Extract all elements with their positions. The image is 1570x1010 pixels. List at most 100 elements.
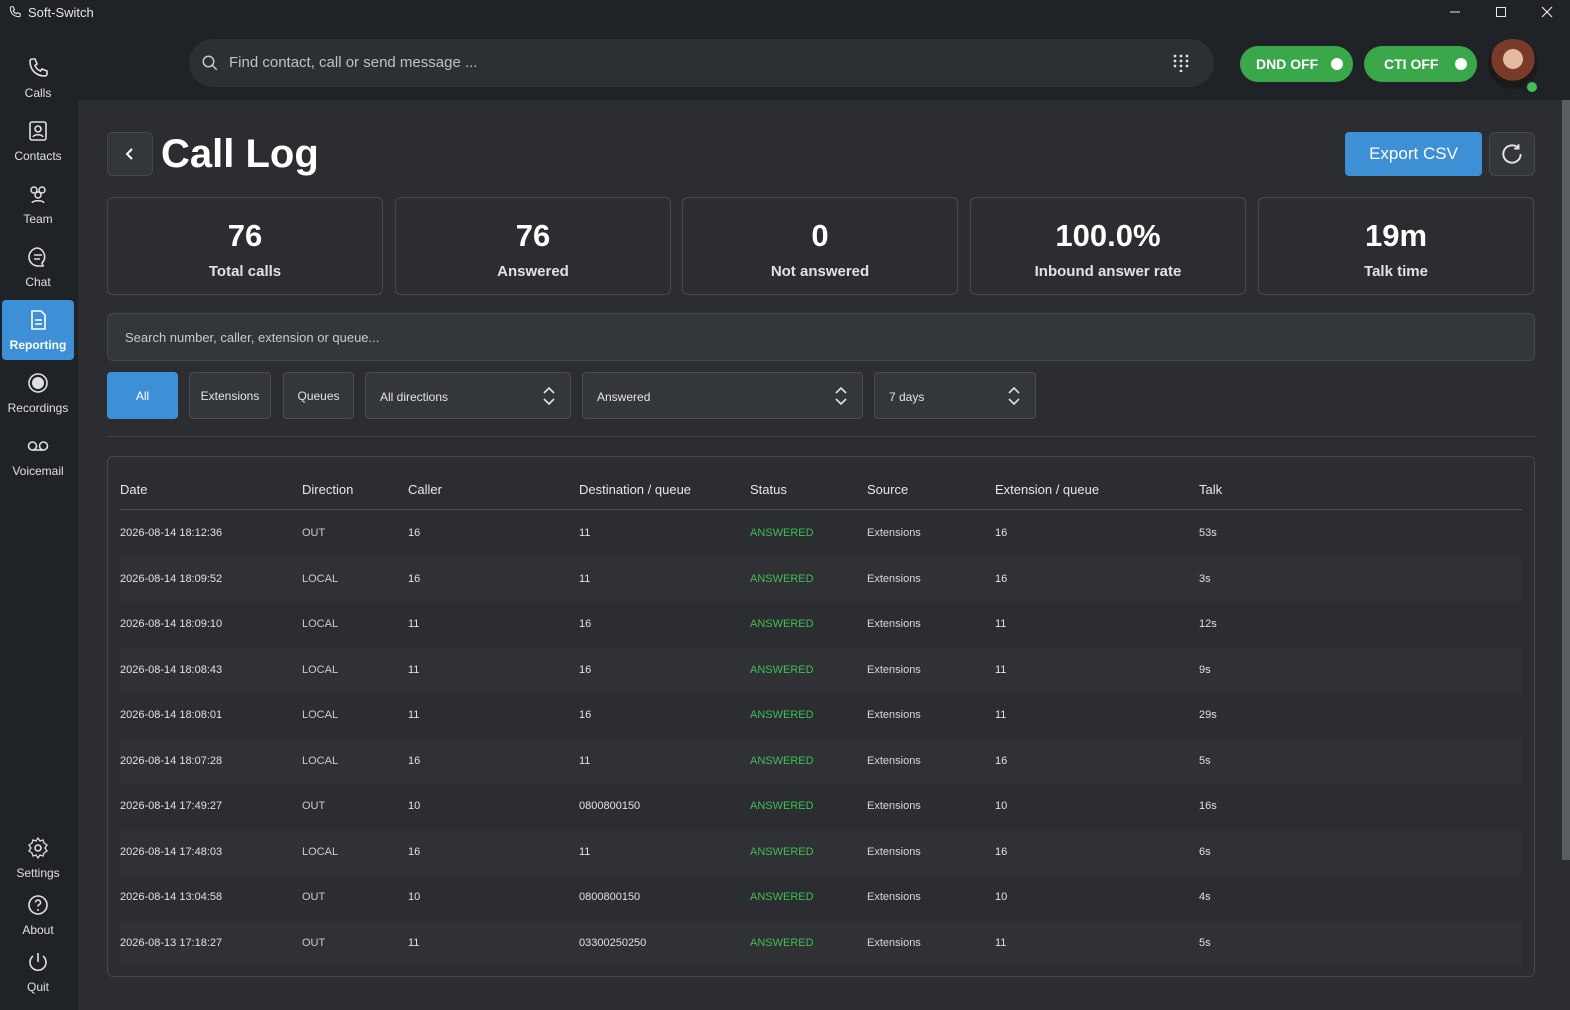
sidebar-item-contacts[interactable]: Contacts	[2, 111, 74, 171]
cell-talk: 53s	[1199, 527, 1217, 539]
table-row[interactable]: 2026-08-14 18:08:43 LOCAL 11 16 ANSWERED Exte…	[120, 647, 1522, 693]
cell-talk: 3s	[1199, 572, 1211, 585]
sidebar-item-label: Contacts	[14, 149, 62, 163]
search-placeholder: Find contact, call or send message ...	[229, 54, 478, 71]
direction-select[interactable]: All directions	[365, 372, 571, 419]
refresh-button[interactable]	[1489, 132, 1535, 176]
filter-chip-queues[interactable]: Queues	[283, 372, 354, 419]
stat-value: 0	[811, 218, 829, 253]
close-button[interactable]	[1524, 0, 1570, 24]
chevron-updown-icon	[835, 386, 847, 406]
stat-card-not-answered: 0 Not answered	[682, 197, 958, 295]
sidebar-item-about[interactable]: About	[2, 885, 74, 945]
chevron-left-icon	[125, 148, 133, 160]
cell-source: Extensions	[867, 572, 921, 585]
sidebar-item-reporting[interactable]: Reporting	[2, 300, 74, 360]
cell-destination: 0800800150	[579, 800, 641, 812]
table-row[interactable]: 2026-08-14 17:48:03 LOCAL 16 11 ANSWERED Exte…	[120, 829, 1522, 875]
sidebar-item-quit[interactable]: Quit	[2, 942, 74, 1002]
cell-caller: 16	[408, 845, 421, 858]
table-row[interactable]: 2026-08-13 17:18:27 OUT 11 03300250250 ANSWE…	[120, 920, 1522, 966]
stat-label: Total calls	[208, 263, 282, 280]
cell-caller: 10	[408, 800, 421, 812]
cell-talk: 6s	[1199, 845, 1211, 858]
chevron-updown-icon	[543, 386, 555, 406]
chevron-updown-icon	[1008, 386, 1020, 406]
voicemail-icon	[27, 441, 49, 451]
cell-caller: 11	[408, 663, 420, 676]
table-row[interactable]: 2026-08-14 18:07:28 LOCAL 16 11 ANSWERED Exte…	[120, 738, 1522, 784]
cti-label: CTI OFF	[1384, 56, 1439, 72]
global-search-input[interactable]: Find contact, call or send message ...	[189, 39, 1214, 87]
contacts-icon	[29, 121, 47, 141]
dnd-toggle[interactable]: DND OFF	[1240, 46, 1353, 82]
sidebar-item-settings[interactable]: Settings	[2, 828, 74, 888]
period-select[interactable]: 7 days	[874, 372, 1036, 419]
cell-destination: 0800800150	[579, 891, 641, 903]
scrollbar[interactable]	[1562, 100, 1570, 860]
record-icon	[28, 373, 48, 393]
cell-extension: 16	[995, 845, 1008, 858]
cell-caller: 10	[408, 891, 421, 903]
filter-chip-extensions[interactable]: Extensions	[189, 372, 271, 419]
presence-indicator	[1525, 80, 1539, 94]
refresh-icon	[1502, 144, 1522, 164]
sidebar-item-team[interactable]: Team	[2, 174, 74, 234]
cell-caller: 16	[408, 754, 421, 767]
cell-direction: LOCAL	[302, 618, 339, 630]
maximize-button[interactable]	[1478, 0, 1524, 24]
table-row[interactable]: 2026-08-14 18:08:01 LOCAL 11 16 ANSWERED Exte…	[120, 693, 1522, 738]
column-header-talk[interactable]: Talk	[1199, 482, 1222, 497]
power-icon	[29, 953, 47, 971]
sidebar-item-chat[interactable]: Chat	[2, 237, 74, 297]
back-button[interactable]	[107, 132, 153, 176]
column-header-source[interactable]: Source	[867, 482, 908, 497]
search-placeholder: Search number, caller, extension or queu…	[125, 330, 380, 345]
column-header-extension[interactable]: Extension / queue	[995, 482, 1099, 497]
divider	[107, 436, 1535, 437]
table-row[interactable]: 2026-08-14 18:09:52 LOCAL 16 11 ANSWERED Exte…	[120, 556, 1522, 602]
cti-toggle[interactable]: CTI OFF	[1364, 46, 1477, 82]
sidebar-item-voicemail[interactable]: Voicemail	[2, 426, 74, 486]
table-row[interactable]: 2026-08-14 17:49:27 OUT 10 0800800150 ANSWER…	[120, 784, 1522, 829]
cell-direction: LOCAL	[302, 845, 339, 858]
cell-source: Extensions	[867, 891, 921, 903]
cell-direction: OUT	[302, 800, 326, 812]
cell-extension: 11	[995, 663, 1007, 676]
cell-status: ANSWERED	[750, 891, 814, 903]
status-value: Answered	[597, 390, 651, 404]
toggle-knob	[1455, 58, 1467, 70]
stat-value: 19m	[1364, 218, 1428, 253]
call-log-search-input[interactable]: Search number, caller, extension or queu…	[107, 313, 1535, 361]
cell-direction: LOCAL	[302, 663, 339, 676]
table-row[interactable]: 2026-08-14 18:12:36 OUT 16 11 ANSWERED Extens…	[120, 511, 1522, 556]
dialpad-icon[interactable]	[1172, 54, 1190, 72]
cell-source: Extensions	[867, 754, 921, 767]
export-csv-button[interactable]: Export CSV	[1345, 132, 1482, 176]
cell-talk: 5s	[1199, 936, 1211, 949]
cell-source: Extensions	[867, 618, 921, 630]
status-select[interactable]: Answered	[582, 372, 863, 419]
cell-direction: LOCAL	[302, 572, 339, 585]
phone-icon	[9, 6, 21, 18]
cell-extension: 10	[995, 800, 1008, 812]
column-header-caller[interactable]: Caller	[408, 482, 442, 497]
sidebar-item-recordings[interactable]: Recordings	[2, 363, 74, 423]
table-row[interactable]: 2026-08-14 13:04:58 OUT 10 0800800150 ANSWER…	[120, 875, 1522, 920]
dnd-label: DND OFF	[1256, 56, 1319, 72]
column-header-date[interactable]: Date	[120, 482, 147, 497]
table-row[interactable]: 2026-08-14 18:09:10 LOCAL 11 16 ANSWERED Exte…	[120, 602, 1522, 647]
cell-status: ANSWERED	[750, 572, 814, 585]
cell-status: ANSWERED	[750, 618, 814, 630]
cell-direction: LOCAL	[302, 709, 339, 721]
minimize-button[interactable]	[1432, 0, 1478, 24]
column-header-direction[interactable]: Direction	[302, 482, 353, 497]
column-header-destination[interactable]: Destination / queue	[579, 482, 691, 497]
sidebar-item-label: Chat	[25, 275, 51, 289]
column-header-status[interactable]: Status	[750, 482, 787, 497]
sidebar-item-label: Team	[23, 212, 53, 226]
cell-date: 2026-08-14 18:12:36	[120, 527, 223, 539]
filter-chip-all[interactable]: All	[107, 372, 178, 419]
sidebar-item-calls[interactable]: Calls	[2, 48, 74, 108]
cell-date: 2026-08-14 17:48:03	[120, 845, 223, 858]
